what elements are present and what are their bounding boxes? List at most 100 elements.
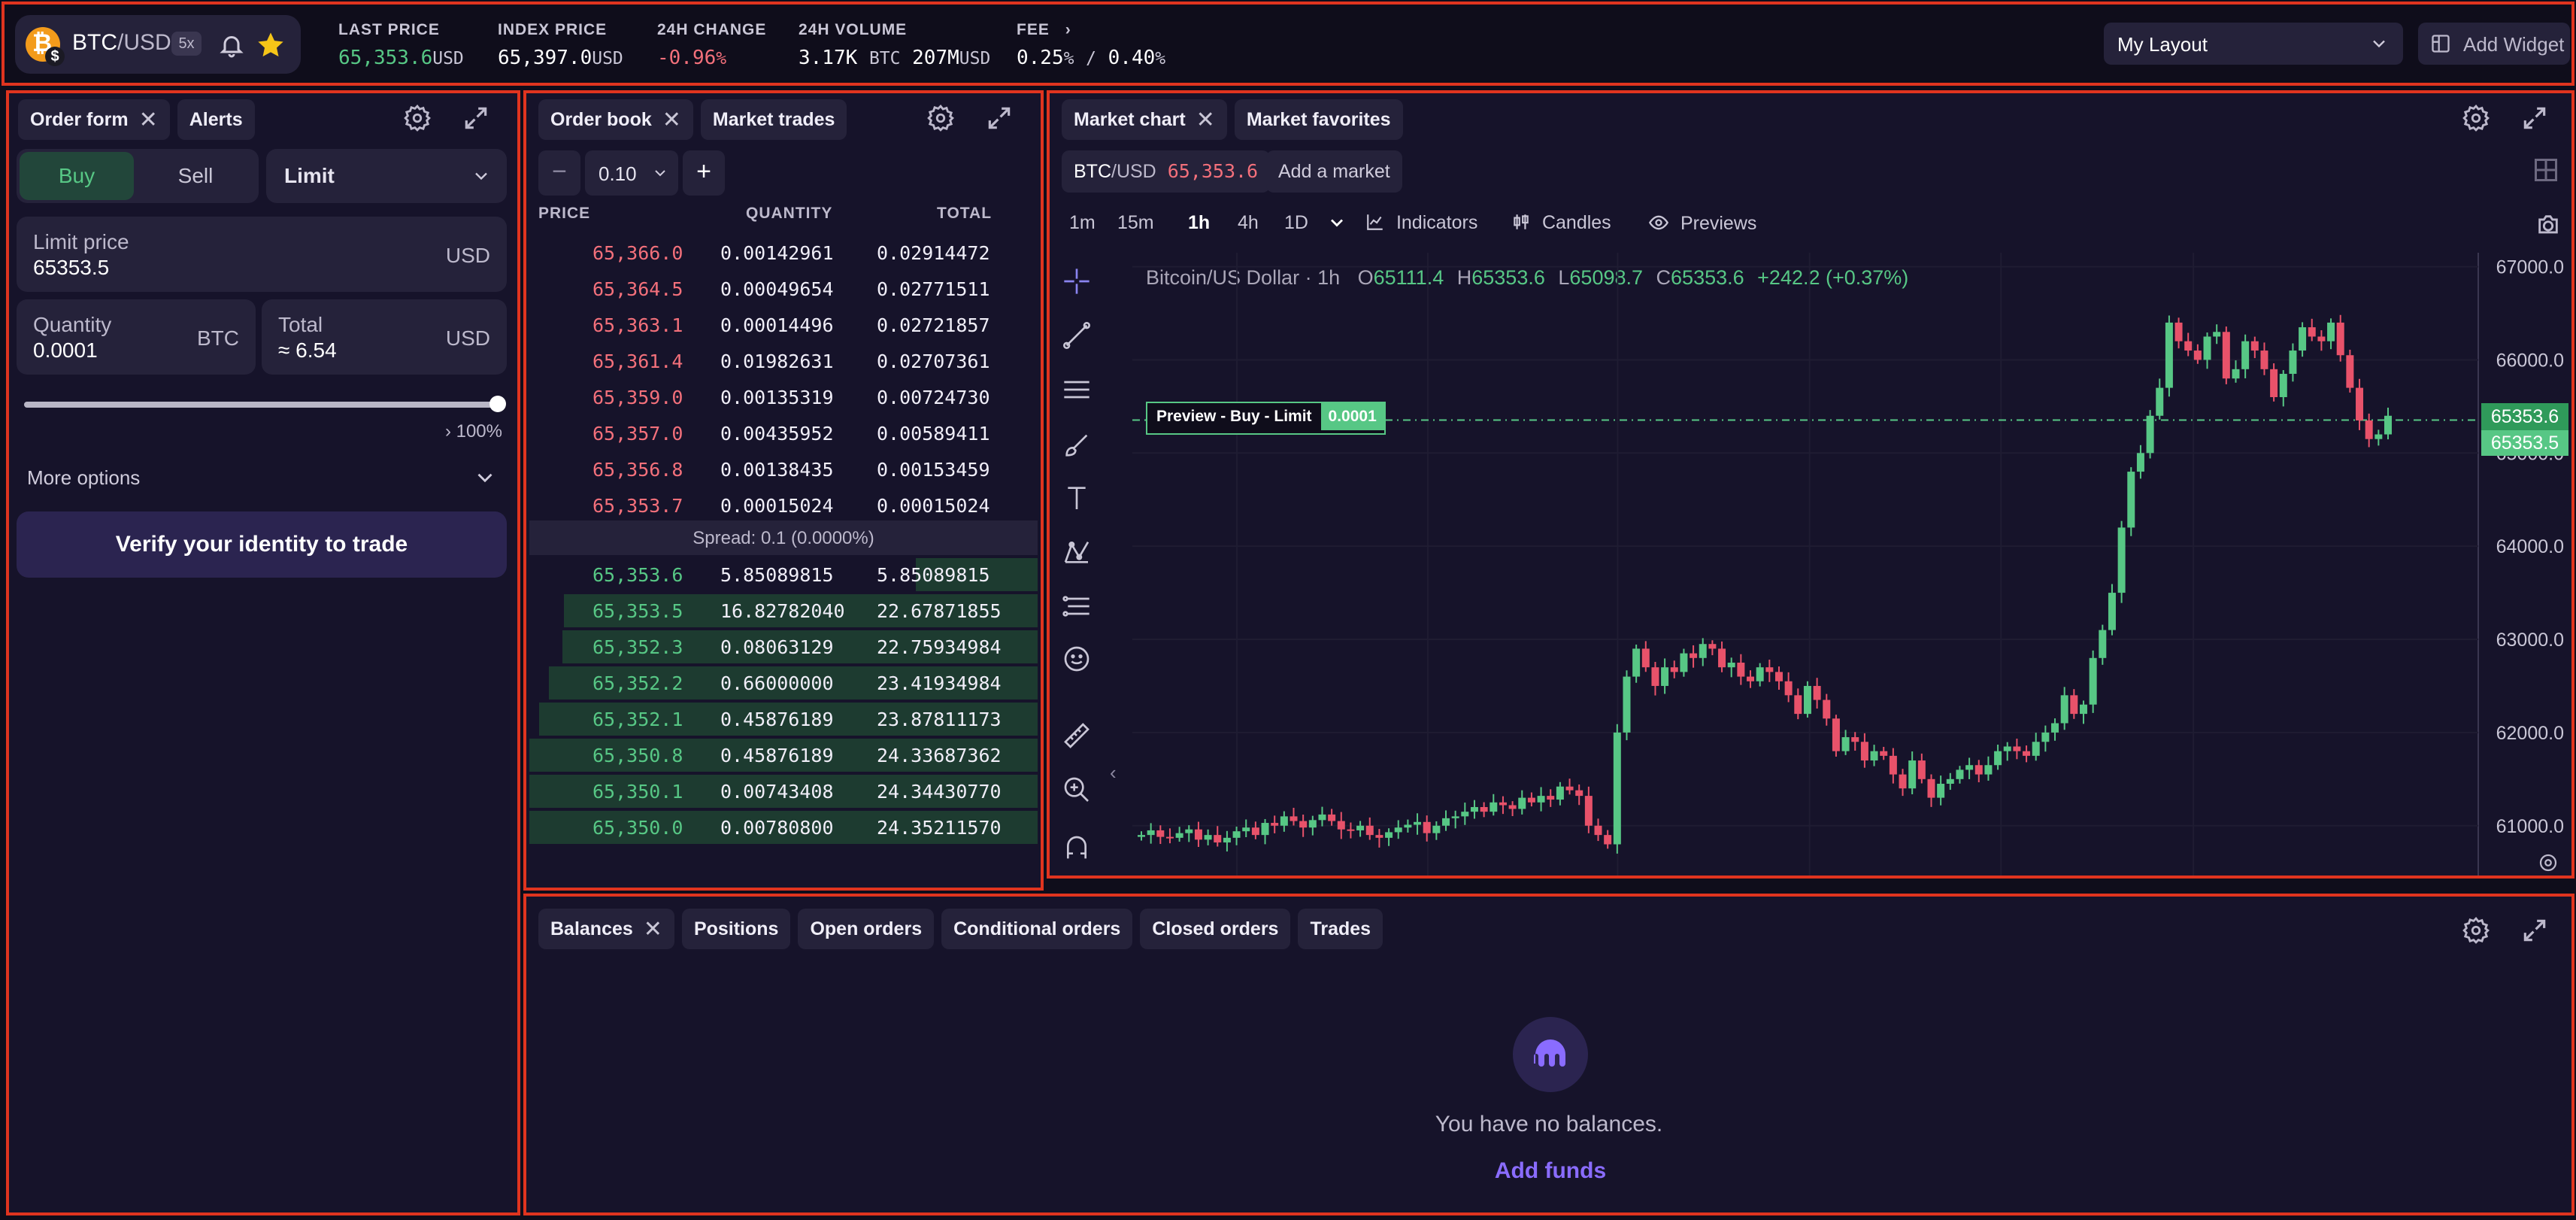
interval-15m[interactable]: 15m xyxy=(1117,212,1154,234)
brush-icon[interactable] xyxy=(1062,430,1092,464)
candlestick-chart[interactable]: 67000.066000.065000.064000.063000.062000… xyxy=(1050,93,2571,876)
close-icon[interactable]: ✕ xyxy=(662,107,681,133)
stat-unit: % xyxy=(716,49,727,68)
close-icon[interactable]: ✕ xyxy=(644,916,662,942)
settings-gear-icon[interactable] xyxy=(926,104,955,136)
close-icon[interactable]: ✕ xyxy=(1196,107,1215,133)
horizontal-lines-icon[interactable] xyxy=(1062,375,1092,408)
ask-row[interactable]: 65,353.7 0.00015024 0.00015024 xyxy=(529,487,1038,524)
ask-row[interactable]: 65,363.1 0.00014496 0.02721857 xyxy=(529,307,1038,343)
tab-trades[interactable]: Trades xyxy=(1298,909,1383,949)
quantity-field[interactable]: Quantity 0.0001 BTC xyxy=(17,299,256,375)
ask-row[interactable]: 65,359.0 0.00135319 0.00724730 xyxy=(529,379,1038,415)
bid-row[interactable]: 65,352.1 0.45876189 23.87811173 xyxy=(529,701,1038,737)
amount-slider[interactable] xyxy=(24,396,506,412)
interval-4h[interactable]: 4h xyxy=(1238,212,1259,234)
ask-row[interactable]: 65,364.5 0.00049654 0.02771511 xyxy=(529,271,1038,307)
pattern-tool-icon[interactable] xyxy=(1062,537,1092,571)
sell-button[interactable]: Sell xyxy=(138,152,253,200)
verify-identity-button[interactable]: Verify your identity to trade xyxy=(17,511,507,578)
buy-button[interactable]: Buy xyxy=(20,152,134,200)
star-favorite-icon[interactable] xyxy=(256,30,286,60)
expand-icon[interactable] xyxy=(2520,916,2549,948)
stat-fee[interactable]: FEE › 0.25% / 0.40% xyxy=(1017,21,1165,69)
text-tool-icon[interactable] xyxy=(1062,483,1092,517)
previews-button[interactable]: Previews xyxy=(1648,212,1756,235)
ask-row[interactable]: 65,356.8 0.00138435 0.00153459 xyxy=(529,451,1038,487)
order-type-select[interactable]: Limit xyxy=(266,149,507,203)
pair-selector[interactable]: ₿ $ BTC/USD 5x xyxy=(15,15,301,74)
candle-body xyxy=(2317,336,2326,341)
candle-body xyxy=(1414,821,1422,825)
close-icon[interactable]: ✕ xyxy=(139,107,158,133)
chart-settings-icon[interactable] xyxy=(2537,851,2559,878)
bid-row[interactable]: 65,353.6 5.85089815 5.85089815 xyxy=(529,557,1038,593)
tab-open-orders[interactable]: Open orders xyxy=(798,909,935,949)
expand-icon[interactable] xyxy=(985,104,1014,136)
limit-price-label: Limit price xyxy=(33,230,129,253)
tab-positions[interactable]: Positions xyxy=(681,909,791,949)
magnet-icon[interactable] xyxy=(1062,833,1092,867)
camera-icon[interactable] xyxy=(2535,212,2561,241)
emoji-icon[interactable] xyxy=(1062,644,1092,678)
crosshair-icon[interactable] xyxy=(1062,266,1092,300)
settings-gear-icon[interactable] xyxy=(2462,104,2490,136)
expand-icon[interactable] xyxy=(462,104,490,136)
tab-order-book[interactable]: Order book ✕ xyxy=(538,99,693,140)
interval-1m[interactable]: 1m xyxy=(1069,212,1096,234)
bid-row[interactable]: 65,353.5 16.82782040 22.67871855 xyxy=(529,593,1038,629)
total-cell: 0.02721857 xyxy=(877,314,990,336)
increase-tick-button[interactable]: + xyxy=(683,150,725,196)
chevron-down-icon[interactable] xyxy=(1326,212,1347,238)
indicators-button[interactable]: Indicators xyxy=(1365,212,1477,234)
tab-market-chart[interactable]: Market chart ✕ xyxy=(1062,99,1227,140)
trend-line-icon[interactable] xyxy=(1062,320,1092,354)
fib-tool-icon[interactable] xyxy=(1062,591,1092,625)
order-preview-tag[interactable]: Preview - Buy - Limit 0.0001 xyxy=(1146,402,1386,435)
tab-market-favorites[interactable]: Market favorites xyxy=(1234,99,1403,140)
slider-thumb[interactable] xyxy=(489,396,506,412)
tab-order-form[interactable]: Order form ✕ xyxy=(18,99,170,140)
layout-grid-icon[interactable] xyxy=(2532,156,2559,187)
tab-alerts[interactable]: Alerts xyxy=(177,99,255,140)
ask-row[interactable]: 65,366.0 0.00142961 0.02914472 xyxy=(529,235,1038,271)
add-funds-link[interactable]: Add funds xyxy=(1475,1158,1626,1184)
ask-row[interactable]: 65,361.4 0.01982631 0.02707361 xyxy=(529,343,1038,379)
add-widget-button[interactable]: Add Widget xyxy=(2418,23,2570,65)
bid-row[interactable]: 65,350.1 0.00743408 24.34430770 xyxy=(529,773,1038,809)
candle-body xyxy=(2032,742,2040,756)
chart-symbol-chip[interactable]: BTC/USD 65,353.6 xyxy=(1062,150,1271,193)
zoom-in-icon[interactable] xyxy=(1062,775,1092,809)
tab-market-trades[interactable]: Market trades xyxy=(700,99,847,140)
tab-balances[interactable]: Balances ✕ xyxy=(538,909,674,949)
decrease-tick-button[interactable]: − xyxy=(538,150,580,196)
candle-body xyxy=(2060,695,2068,724)
bell-icon[interactable] xyxy=(218,32,245,59)
settings-gear-icon[interactable] xyxy=(2462,916,2490,948)
total-field[interactable]: Total ≈ 6.54 USD xyxy=(262,299,507,375)
ask-row[interactable]: 65,357.0 0.00435952 0.00589411 xyxy=(529,415,1038,451)
candles-button[interactable]: Candles xyxy=(1511,212,1611,234)
tick-size-select[interactable]: 0.10 xyxy=(585,150,678,196)
bid-row[interactable]: 65,350.0 0.00780800 24.35211570 xyxy=(529,809,1038,845)
tab-conditional-orders[interactable]: Conditional orders xyxy=(941,909,1133,949)
total-cell: 0.02914472 xyxy=(877,242,990,264)
tab-label: Order form xyxy=(30,108,129,130)
tab-closed-orders[interactable]: Closed orders xyxy=(1140,909,1291,949)
add-market-button[interactable]: Add a market xyxy=(1266,150,1402,193)
interval-1d[interactable]: 1D xyxy=(1284,212,1308,234)
column-header-quantity: QUANTITY xyxy=(746,205,833,222)
bid-row[interactable]: 65,352.2 0.66000000 23.41934984 xyxy=(529,665,1038,701)
layout-select[interactable]: My Layout xyxy=(2104,23,2403,65)
expand-icon[interactable] xyxy=(2520,104,2549,136)
ruler-icon[interactable] xyxy=(1062,721,1092,754)
bid-row[interactable]: 65,350.8 0.45876189 24.33687362 xyxy=(529,737,1038,773)
bid-row[interactable]: 65,352.3 0.08063129 22.75934984 xyxy=(529,629,1038,665)
price-cell: 65,363.1 xyxy=(592,314,683,336)
chevron-left-icon[interactable]: ‹ xyxy=(1110,761,1117,785)
limit-price-field[interactable]: Limit price 65353.5 USD xyxy=(17,217,507,292)
settings-gear-icon[interactable] xyxy=(403,104,432,136)
interval-1h[interactable]: 1h xyxy=(1188,212,1210,234)
more-options-toggle[interactable]: More options xyxy=(20,462,508,495)
candle-body xyxy=(1147,830,1155,836)
